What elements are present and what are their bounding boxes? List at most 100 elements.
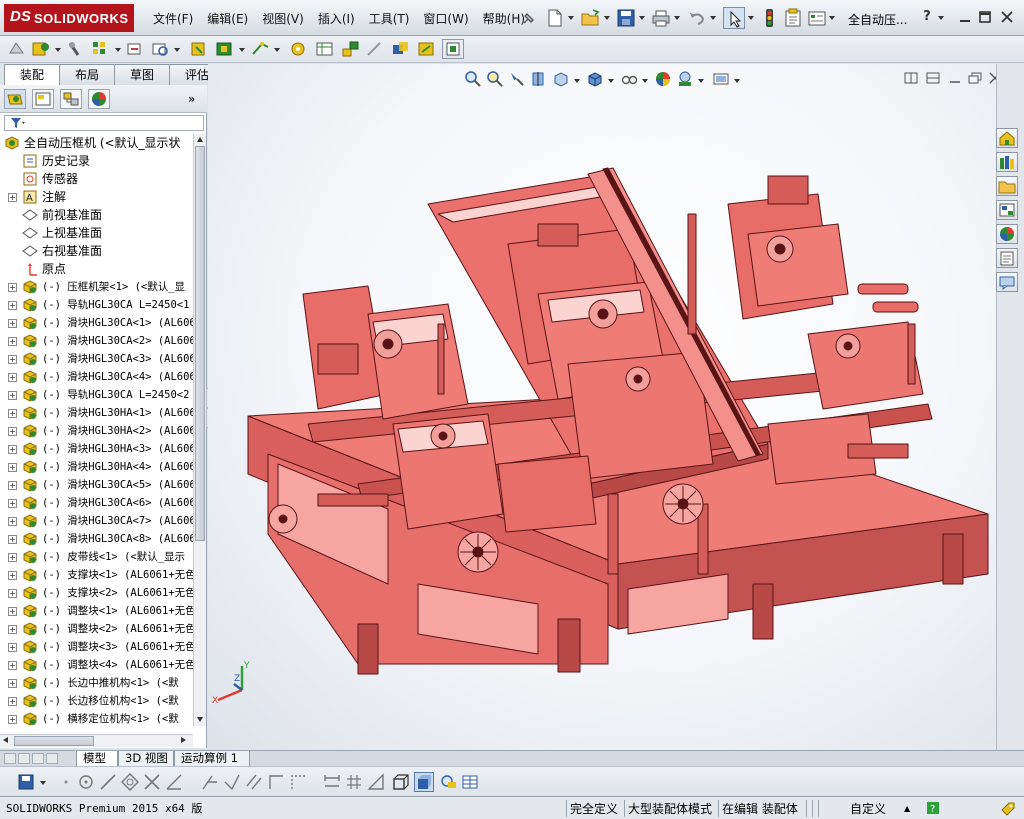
tree-item-component[interactable]: + (-) 滑块HGL30HA<4> (AL606 [0,458,193,476]
status-units[interactable]: 自定义 [850,801,886,817]
tree-item-origin[interactable]: 原点 [0,260,193,278]
tree-item-sensors[interactable]: 传感器 [0,170,193,188]
parallel-icon[interactable] [244,772,264,792]
tree-scrollbar-thumb[interactable] [195,146,205,541]
configurationmanager-icon[interactable] [60,89,82,109]
save-icon[interactable] [615,7,637,29]
help-search-button[interactable]: ? [920,10,934,24]
solidworks-resources-icon[interactable] [996,128,1018,148]
tree-item-front-plane[interactable]: 前视基准面 [0,206,193,224]
tree-item-component[interactable]: + (-) 滑块HGL30CA<7> (AL606 [0,512,193,530]
tree-item-component[interactable]: + (-) 横移定位机构<1> (<默 [0,710,193,726]
menu-view[interactable]: 视图(V) [255,10,311,28]
box-view-icon[interactable] [390,772,410,792]
shaded-box-icon[interactable] [414,772,434,792]
tree-hscroll-thumb[interactable] [14,736,94,746]
extend-icon[interactable] [222,772,242,792]
dimension-icon[interactable] [322,772,342,792]
tree-item-component[interactable]: + (-) 滑块HGL30HA<3> (AL606 [0,440,193,458]
triangle-icon[interactable] [366,772,386,792]
tab-assembly[interactable]: 装配体 [4,64,60,102]
tree-item-top-plane[interactable]: 上视基准面 [0,224,193,242]
show-hidden-components-icon[interactable] [188,39,210,59]
speedpak-icon[interactable] [442,39,464,59]
tab-layout[interactable]: 布局 [59,64,115,85]
tree-item-component[interactable]: + (-) 滑块HGL30HA<2> (AL606 [0,422,193,440]
propertymanager-icon[interactable] [32,89,54,109]
select-pointer-icon[interactable] [723,7,745,29]
expand-toggle-icon[interactable]: + [8,463,17,472]
expand-toggle-icon[interactable]: + [8,337,17,346]
corner-dashed-icon[interactable] [288,772,308,792]
tree-item-component[interactable]: + (-) 滑块HGL30CA<1> (AL606 [0,314,193,332]
expand-toggle-icon[interactable]: + [8,715,17,724]
new-document-icon[interactable] [544,7,566,29]
expand-toggle-icon[interactable]: + [8,373,17,382]
view-palette-icon[interactable] [996,200,1018,220]
tab-3d-views[interactable]: 3D 视图 [118,751,174,767]
expand-toggle-icon[interactable]: + [8,589,17,598]
menu-tools[interactable]: 工具(T) [362,10,417,28]
insert-components-icon[interactable] [30,39,52,59]
tab-nav-last-icon[interactable] [46,753,58,764]
rebuild-traffic-light-icon[interactable] [758,7,780,29]
expand-toggle-icon[interactable]: + [8,517,17,526]
grid-icon[interactable] [344,772,364,792]
graphics-area[interactable]: X Y Z [208,64,996,750]
tree-item-component[interactable]: + (-) 滑块HGL30CA<3> (AL606 [0,350,193,368]
point-icon[interactable] [76,772,96,792]
expand-toggle-icon[interactable]: + [8,679,17,688]
menu-insert[interactable]: 插入(I) [311,10,362,28]
bill-of-materials-icon[interactable] [314,39,336,59]
assembly-features-icon[interactable] [214,39,236,59]
feature-filter-input[interactable] [4,115,204,131]
tree-item-root-assembly[interactable]: 全自动压框机 (<默认_显示状 [0,134,193,152]
expand-toggle-icon[interactable]: + [8,499,17,508]
tab-nav-first-icon[interactable] [4,753,16,764]
status-units-arrow[interactable]: ▲ [904,801,910,817]
expand-toggle-icon[interactable]: + [8,535,17,544]
tree-horizontal-scrollbar[interactable] [0,734,193,747]
expand-toggle-icon[interactable]: + [8,607,17,616]
tree-item-component[interactable]: + (-) 长边中推机构<1> (<默 [0,674,193,692]
featuremanager-tree-icon[interactable] [4,89,26,109]
angle-icon[interactable] [164,772,184,792]
tree-item-right-plane[interactable]: 右视基准面 [0,242,193,260]
tab-nav-next-icon[interactable] [32,753,44,764]
tab-motion-study-1[interactable]: 运动算例 1 [174,751,250,767]
expand-toggle-icon[interactable]: + [8,625,17,634]
expand-toggle-icon[interactable]: + [8,697,17,706]
solidworks-forum-icon[interactable] [996,272,1018,292]
expand-toggle-icon[interactable]: + [8,283,17,292]
print-icon[interactable] [650,7,672,29]
expand-toggle-icon[interactable]: + [8,661,17,670]
restore-icon[interactable] [978,10,992,24]
file-explorer-icon[interactable] [996,176,1018,196]
tree-item-annotations[interactable]: + A 注解 [0,188,193,206]
tree-item-component[interactable]: + (-) 长边移位机构<1> (<默 [0,692,193,710]
tree-item-component[interactable]: + (-) 皮带线<1> (<默认_显示 [0,548,193,566]
expand-panel-icon[interactable]: » [188,92,195,106]
status-tag-icon[interactable] [1000,801,1016,817]
mate-icon[interactable] [64,39,86,59]
expand-toggle-icon[interactable]: + [8,553,17,562]
design-library-icon[interactable] [996,152,1018,172]
corner-icon[interactable] [266,772,286,792]
expand-toggle-icon[interactable]: + [8,427,17,436]
expand-toggle-icon[interactable]: + [8,643,17,652]
tree-item-component[interactable]: + (-) 压框机架<1> (<默认_显 [0,278,193,296]
assembly-model-render[interactable] [208,64,996,750]
tree-item-component[interactable]: + (-) 支撑块<1> (AL6061+无色 [0,566,193,584]
tree-item-component[interactable]: + (-) 滑块HGL30CA<2> (AL606 [0,332,193,350]
status-help-icon[interactable]: ? [926,801,940,817]
linear-pattern-icon[interactable] [90,39,112,59]
explode-line-sketch-icon[interactable] [364,39,386,59]
tree-item-history[interactable]: 历史记录 [0,152,193,170]
minimize-icon[interactable] [958,10,972,24]
tree-item-component[interactable]: + (-) 滑块HGL30CA<4> (AL606 [0,368,193,386]
expand-toggle-icon[interactable]: + [8,301,17,310]
tree-item-component[interactable]: + (-) 滑块HGL30HA<1> (AL606 [0,404,193,422]
expand-toggle-icon[interactable]: + [8,571,17,580]
expand-toggle-icon[interactable]: + [8,409,17,418]
expand-toggle-icon[interactable]: + [8,319,17,328]
